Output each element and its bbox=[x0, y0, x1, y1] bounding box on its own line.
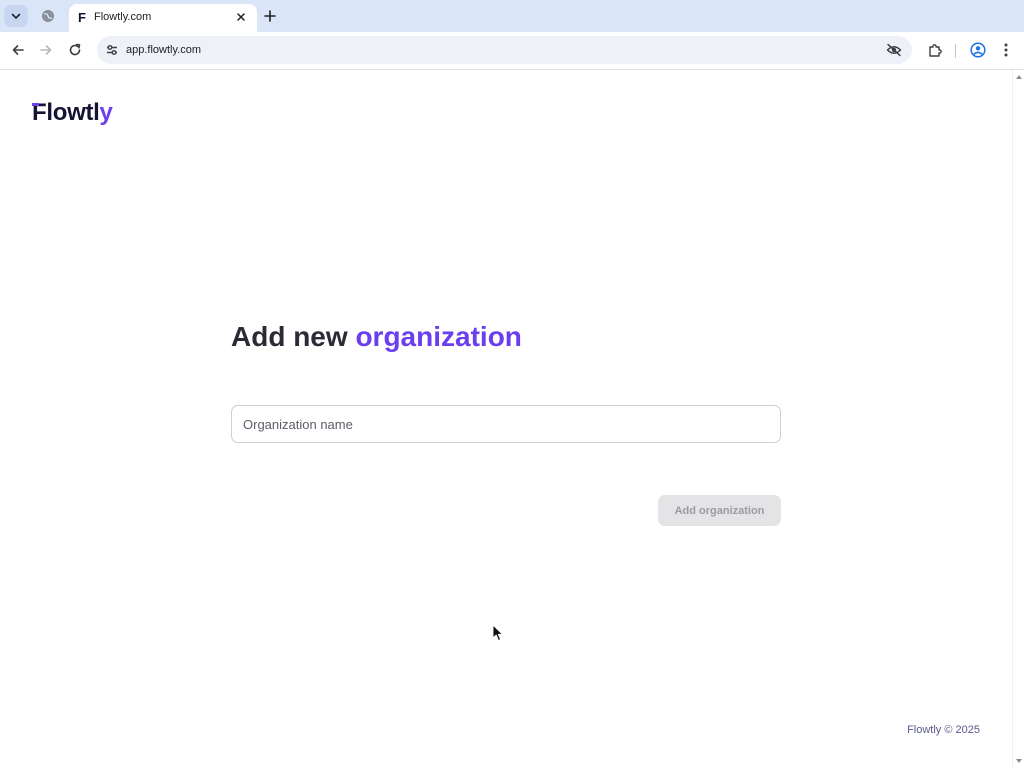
extensions-button[interactable] bbox=[925, 40, 945, 60]
flowtly-favicon-icon: F bbox=[78, 10, 86, 25]
active-tab[interactable]: F Flowtly.com bbox=[69, 4, 257, 32]
address-bar[interactable]: app.flowtly.com bbox=[97, 36, 912, 64]
inactive-tab[interactable] bbox=[38, 6, 58, 26]
reload-button[interactable] bbox=[65, 40, 85, 60]
back-arrow-icon bbox=[12, 45, 24, 55]
toolbar-separator bbox=[955, 44, 956, 58]
tab-title: Flowtly.com bbox=[94, 11, 152, 23]
scroll-up-arrow-icon[interactable] bbox=[1015, 73, 1023, 81]
puzzle-icon bbox=[928, 43, 942, 57]
page-content: Flowtly Add new organization Add organiz… bbox=[0, 70, 1012, 768]
eye-off-icon bbox=[886, 43, 902, 57]
globe-icon bbox=[42, 10, 54, 22]
logo-middle: lowtl bbox=[46, 99, 100, 126]
browser-menu-button[interactable] bbox=[996, 40, 1016, 60]
page-scrollbar[interactable] bbox=[1012, 70, 1024, 768]
tab-search-button[interactable] bbox=[4, 5, 28, 27]
browser-toolbar: app.flowtly.com bbox=[0, 32, 1024, 70]
scroll-down-arrow-icon[interactable] bbox=[1015, 757, 1023, 765]
kebab-menu-icon bbox=[1004, 43, 1008, 57]
tune-icon bbox=[107, 45, 117, 55]
organization-name-input[interactable] bbox=[231, 405, 781, 443]
forward-arrow-icon bbox=[40, 45, 52, 55]
reload-icon bbox=[69, 43, 81, 56]
tracking-protection-button[interactable] bbox=[885, 42, 903, 58]
mouse-cursor-icon bbox=[492, 624, 503, 641]
address-url[interactable]: app.flowtly.com bbox=[126, 43, 201, 57]
close-icon bbox=[237, 13, 245, 21]
add-organization-button[interactable]: Add organization bbox=[658, 495, 781, 526]
logo-accent-bar bbox=[32, 103, 39, 106]
site-info-button[interactable] bbox=[103, 41, 121, 59]
forward-button[interactable] bbox=[36, 40, 56, 60]
logo-last: y bbox=[99, 99, 113, 126]
plus-icon bbox=[264, 10, 276, 22]
new-tab-button[interactable] bbox=[261, 7, 279, 25]
page-title-accent: organization bbox=[355, 321, 522, 352]
footer-copyright: Flowtly © 2025 bbox=[907, 724, 980, 736]
flowtly-logo[interactable]: Flowtly bbox=[32, 98, 113, 128]
back-button[interactable] bbox=[8, 40, 28, 60]
profile-icon bbox=[970, 42, 986, 58]
chevron-down-icon bbox=[11, 13, 21, 20]
logo-letter-f: F bbox=[32, 99, 47, 126]
profile-button[interactable] bbox=[968, 40, 988, 60]
close-tab-button[interactable] bbox=[233, 9, 249, 25]
browser-tab-bar: F Flowtly.com bbox=[0, 0, 1024, 32]
page-title: Add new organization bbox=[231, 320, 522, 354]
page-title-prefix: Add new bbox=[231, 321, 356, 352]
